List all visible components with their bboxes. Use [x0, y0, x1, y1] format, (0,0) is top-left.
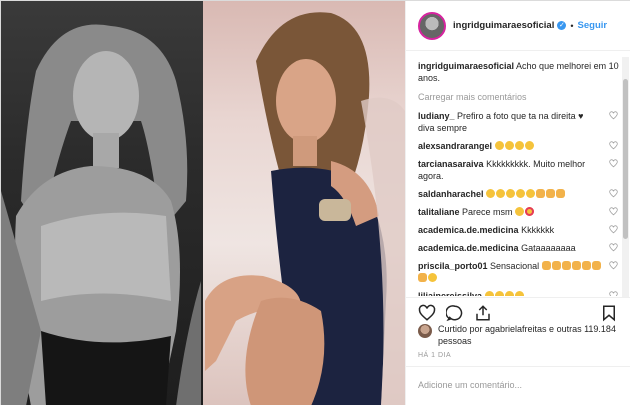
scrollbar-thumb[interactable]	[623, 79, 628, 239]
laugh-emoji-icon	[526, 189, 536, 198]
comment-text: Gataaaaaaaa	[521, 243, 576, 253]
bookmark-icon[interactable]	[600, 304, 618, 322]
photo-illustration	[1, 12, 405, 405]
laugh-emoji-icon	[504, 141, 514, 150]
comment-username[interactable]: academica.de.medicina	[418, 225, 519, 235]
comment-like-heart-icon[interactable]	[609, 111, 618, 120]
comment-like-heart-icon[interactable]	[609, 225, 618, 234]
post-timestamp[interactable]: HÁ 1 DIA	[418, 352, 451, 359]
load-more-comments-button[interactable]: Carregar mais comentários	[418, 92, 620, 102]
comment-icon[interactable]	[446, 304, 464, 322]
clap-emoji-icon	[581, 261, 591, 270]
comment-like-heart-icon[interactable]	[609, 291, 618, 296]
comment-username[interactable]: talitaliane	[418, 207, 460, 217]
comment-item: academica.de.medicina Gataaaaaaaa	[418, 242, 620, 254]
comment-username[interactable]: liliainereissilva	[418, 291, 482, 296]
comment-item: talitaliane Parece msm	[418, 206, 620, 218]
clap-emoji-icon	[571, 261, 581, 270]
caption-username[interactable]: ingridguimaraesoficial	[418, 61, 514, 71]
comments-scrollbar[interactable]	[622, 57, 629, 297]
comment-text: Parece msm	[462, 207, 513, 217]
add-comment-field[interactable]: Adicione um comentário...	[406, 366, 630, 405]
clap-emoji-icon	[418, 273, 427, 282]
avatar[interactable]	[418, 11, 446, 40]
laugh-emoji-icon	[515, 207, 525, 216]
comment-text: Sensacional	[490, 261, 540, 271]
liker-avatar[interactable]	[418, 324, 432, 338]
comment-item: priscila_porto01 Sensacional	[418, 260, 620, 284]
clap-emoji-icon	[536, 189, 546, 198]
comment-like-heart-icon[interactable]	[609, 261, 618, 270]
laugh-emoji-icon	[514, 291, 524, 296]
comment-like-heart-icon[interactable]	[609, 159, 618, 168]
laugh-emoji-icon	[516, 189, 526, 198]
comment-like-heart-icon[interactable]	[609, 243, 618, 252]
clap-emoji-icon	[556, 189, 566, 198]
laugh-emoji-icon	[514, 141, 524, 150]
clap-emoji-icon	[551, 261, 561, 270]
comment-item: ludiany_ Prefiro a foto que ta na direit…	[418, 110, 620, 134]
comment-item: tarcianasaraiva Kkkkkkkkk. Muito melhor …	[418, 158, 620, 182]
clap-emoji-icon	[591, 261, 601, 270]
separator-dot: •	[570, 20, 574, 31]
post-sidebar: ingridguimaraesoficial ✓ • Seguir ingrid…	[405, 1, 630, 405]
comment-text: Kkkkkkk	[521, 225, 555, 235]
comments-list[interactable]: ingridguimaraesoficial Acho que melhorei…	[406, 52, 630, 296]
comment-username[interactable]: academica.de.medicina	[418, 243, 519, 253]
comment-username[interactable]: tarcianasaraiva	[418, 159, 484, 169]
comment-item: alexsandrarangel	[418, 140, 620, 152]
comment-like-heart-icon[interactable]	[609, 141, 618, 150]
verified-badge-icon: ✓	[557, 21, 567, 30]
laugh-emoji-icon	[496, 189, 506, 198]
comment-like-heart-icon[interactable]	[609, 189, 618, 198]
heart-icon[interactable]	[418, 304, 436, 322]
laugh-emoji-icon	[504, 291, 514, 296]
clap-emoji-icon	[561, 261, 571, 270]
comment-username[interactable]: priscila_porto01	[418, 261, 488, 271]
comment-item: saldanharachel	[418, 188, 620, 200]
comment-item: liliainereissilva	[418, 290, 620, 296]
love-emoji-icon	[525, 207, 535, 216]
likes-summary: Curtido por agabrielafreitas e outras 11…	[418, 323, 624, 347]
laugh-emoji-icon	[484, 291, 494, 296]
comment-username[interactable]: saldanharachel	[418, 189, 484, 199]
clap-emoji-icon	[541, 261, 551, 270]
laugh-emoji-icon	[506, 189, 516, 198]
laugh-emoji-icon	[524, 141, 534, 150]
post-photo[interactable]	[1, 1, 405, 405]
laugh-emoji-icon	[428, 273, 437, 282]
comment-username[interactable]: ludiany_	[418, 111, 455, 121]
post-header: ingridguimaraesoficial ✓ • Seguir	[406, 1, 630, 51]
likes-text[interactable]: Curtido por agabrielafreitas e outras 11…	[438, 323, 624, 347]
laugh-emoji-icon	[494, 141, 504, 150]
share-icon[interactable]	[474, 304, 492, 322]
header-username[interactable]: ingridguimaraesoficial	[453, 20, 554, 31]
comment-username[interactable]: alexsandrarangel	[418, 141, 492, 151]
clap-emoji-icon	[546, 189, 556, 198]
comment-item: academica.de.medicina Kkkkkkk	[418, 224, 620, 236]
instagram-post: ingridguimaraesoficial ✓ • Seguir ingrid…	[0, 0, 630, 405]
post-caption: ingridguimaraesoficial Acho que melhorei…	[418, 60, 620, 84]
follow-button[interactable]: Seguir	[578, 20, 608, 31]
laugh-emoji-icon	[486, 189, 496, 198]
comment-like-heart-icon[interactable]	[609, 207, 618, 216]
laugh-emoji-icon	[494, 291, 504, 296]
